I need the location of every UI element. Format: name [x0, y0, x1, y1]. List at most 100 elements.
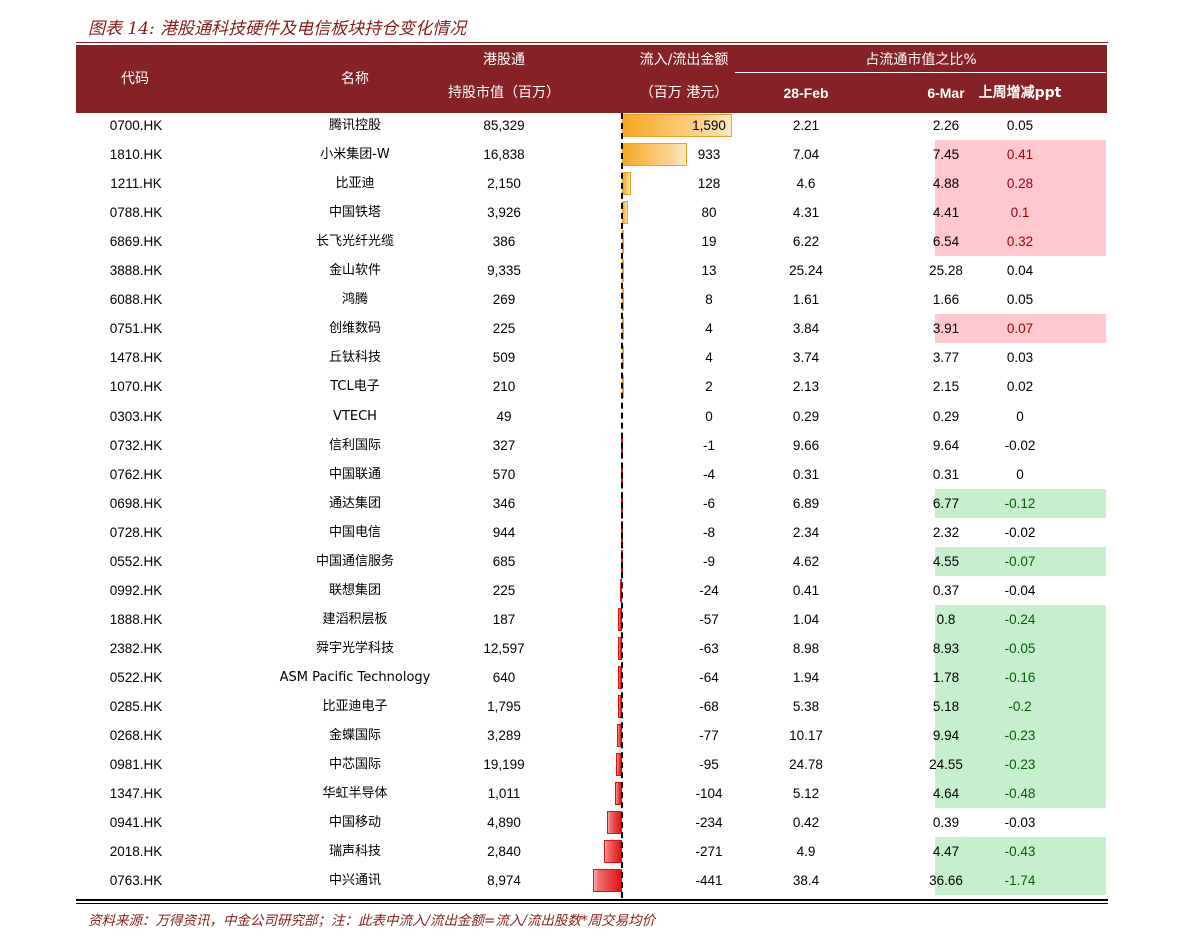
table-row: 0552.HK 中国通信服务 685 -9 4.62 4.55 -0.07 [76, 546, 1107, 576]
weekly-change-ppt: 0 [1016, 408, 1024, 424]
net-flow-amount: -9 [702, 553, 715, 569]
table-row: 0788.HK 中国铁塔 3,926 80 4.31 4.41 0.1 [76, 198, 1107, 228]
table-row: 0751.HK 创维数码 225 4 3.84 3.91 0.07 [76, 314, 1107, 344]
weekly-change-ppt: 0.03 [1006, 350, 1034, 366]
table-row: 0981.HK 中芯国际 19,199 -95 24.78 24.55 -0.23 [76, 750, 1107, 780]
holding-market-value: 685 [492, 553, 516, 569]
stock-code: 1347.HK [109, 786, 163, 802]
holding-market-value: 19,199 [483, 757, 525, 773]
weekly-change-ppt: -0.04 [1004, 582, 1036, 598]
holding-market-value: 1,011 [487, 786, 521, 802]
stock-code: 0728.HK [109, 524, 163, 540]
header-divider [735, 72, 1106, 73]
table-row: 0728.HK 中国电信 944 -8 2.34 2.32 -0.02 [76, 518, 1107, 547]
weekly-change-ppt: -0.02 [1004, 524, 1036, 540]
holding-market-value: 327 [492, 437, 516, 453]
table-row: 0762.HK 中国联通 570 -4 0.31 0.31 0 [76, 460, 1107, 489]
net-flow-amount: -63 [699, 640, 719, 656]
table-row: 1888.HK 建滔积层板 187 -57 1.04 0.8 -0.24 [76, 604, 1107, 634]
table-row: 0763.HK 中兴通讯 8,974 -441 38.4 36.66 -1.74 [76, 866, 1107, 896]
table-row: 0732.HK 信利国际 327 -1 9.66 9.64 -0.02 [76, 431, 1107, 460]
weekly-change-ppt: -0.24 [1004, 611, 1036, 627]
weekly-change-ppt: 0.1 [1010, 205, 1030, 221]
holding-market-value: 225 [492, 321, 516, 337]
table-row: 0992.HK 联想集团 225 -24 0.41 0.37 -0.04 [76, 576, 1107, 605]
stock-code: 0732.HK [109, 437, 163, 453]
holding-market-value: 346 [492, 495, 516, 511]
net-flow-amount: -95 [699, 757, 719, 773]
holding-market-value: 85,329 [483, 118, 525, 133]
holding-market-value: 570 [492, 466, 516, 482]
holding-market-value: 12,597 [483, 640, 525, 656]
bottom-rule-thin [76, 903, 1108, 904]
holding-market-value: 3,926 [487, 205, 521, 221]
net-flow-amount: 4 [705, 350, 713, 366]
table-row: 1810.HK 小米集团-W 16,838 933 7.04 7.45 0.41 [76, 140, 1107, 170]
table-row: 1070.HK TCL电子 210 2 2.13 2.15 0.02 [76, 372, 1107, 401]
table-row: 6088.HK 鸿腾 269 8 1.61 1.66 0.05 [76, 285, 1107, 314]
stock-code: 0552.HK [109, 553, 163, 569]
source-note: 资料来源：万得资讯，中金公司研究部；注：此表中流入/流出金额=流入/流出股数*周… [88, 913, 656, 929]
table-row: 0941.HK 中国移动 4,890 -234 0.42 0.39 -0.03 [76, 808, 1107, 837]
holding-market-value: 386 [492, 234, 516, 250]
table-row: 0268.HK 金蝶国际 3,289 -77 10.17 9.94 -0.23 [76, 721, 1107, 751]
net-flow-amount: -234 [695, 815, 723, 831]
weekly-change-ppt: -0.48 [1004, 786, 1036, 802]
weekly-change-ppt: -0.12 [1004, 495, 1036, 511]
weekly-change-ppt: 0.28 [1006, 176, 1034, 192]
stock-code: 0303.HK [109, 408, 163, 424]
table-row: 6869.HK 长飞光纤光缆 386 19 6.22 6.54 0.32 [76, 227, 1107, 257]
stock-code: 1810.HK [109, 147, 163, 163]
weekly-change-ppt: 0.05 [1006, 292, 1034, 308]
stock-code: 1211.HK [110, 176, 162, 192]
net-flow-amount: -8 [702, 524, 715, 540]
net-flow-amount: 8 [705, 292, 713, 308]
table-row: 0700.HK 腾讯控股 85,329 1,590 2.21 2.26 0.05 [76, 111, 1107, 140]
holding-market-value: 3,289 [487, 728, 521, 744]
net-flow-amount: -6 [702, 495, 715, 511]
net-flow-amount: 4 [705, 321, 713, 337]
holding-market-value: 269 [492, 292, 516, 308]
holding-market-value: 4,890 [487, 815, 521, 831]
holding-market-value: 2,840 [487, 844, 521, 860]
net-flow-amount: 19 [701, 234, 717, 250]
weekly-change-ppt: -0.03 [1004, 815, 1036, 831]
table-row: 2018.HK 瑞声科技 2,840 -271 4.9 4.47 -0.43 [76, 837, 1107, 867]
stock-code: 0941.HK [109, 815, 163, 831]
table-row: 1347.HK 华虹半导体 1,011 -104 5.12 4.64 -0.48 [76, 779, 1107, 809]
net-flow-amount: 13 [701, 263, 717, 279]
net-flow-amount: -104 [695, 786, 723, 802]
stock-code: 6088.HK [109, 292, 163, 308]
stock-code: 0981.HK [109, 757, 163, 773]
net-flow-amount: -77 [699, 728, 719, 744]
table-row: 0285.HK 比亚迪电子 1,795 -68 5.38 5.18 -0.2 [76, 692, 1107, 721]
table-row: 1478.HK 丘钛科技 509 4 3.74 3.77 0.03 [76, 343, 1107, 372]
net-flow-amount: 0 [705, 408, 713, 424]
holding-market-value: 210 [492, 379, 516, 395]
holding-market-value: 509 [492, 350, 516, 366]
weekly-change-ppt: 0.04 [1006, 263, 1034, 279]
stock-code: 0751.HK [109, 321, 163, 337]
net-flow-amount: 80 [701, 205, 717, 221]
weekly-change-ppt: 0.41 [1006, 147, 1034, 163]
weekly-change-ppt: 0.05 [1006, 118, 1034, 133]
header-feb: 28-Feb [783, 85, 829, 101]
stock-code: 0992.HK [109, 582, 163, 598]
weekly-change-ppt: -0.07 [1004, 553, 1036, 569]
weekly-change-ppt: 0.07 [1006, 321, 1034, 337]
net-flow-amount: 1,590 [692, 118, 726, 133]
stock-code: 0285.HK [109, 699, 163, 714]
table-row: 2382.HK 舜宇光学科技 12,597 -63 8.98 8.93 -0.05 [76, 633, 1107, 663]
stock-code: 0522.HK [109, 669, 163, 685]
holding-market-value: 8,974 [487, 873, 521, 889]
table-row: 0522.HK ASM Pacific Technology 640 -64 1.94 1… [76, 662, 1107, 692]
net-flow-amount: -271 [695, 844, 723, 860]
header-code: 代码 [121, 71, 149, 87]
weekly-change-ppt: -0.23 [1004, 757, 1036, 773]
weekly-change-ppt: -0.23 [1004, 728, 1036, 744]
stock-code: 0700.HK [109, 118, 163, 133]
holding-market-value: 640 [492, 669, 516, 685]
table-header: 代码 名称 港股通 持股市值（百万） 流入/流出金额 （百万 港元） 占流通市值… [76, 45, 1107, 113]
table-row: 1211.HK 比亚迪 2,150 128 4.6 4.88 0.28 [76, 169, 1107, 199]
stock-code: 3888.HK [109, 263, 163, 279]
